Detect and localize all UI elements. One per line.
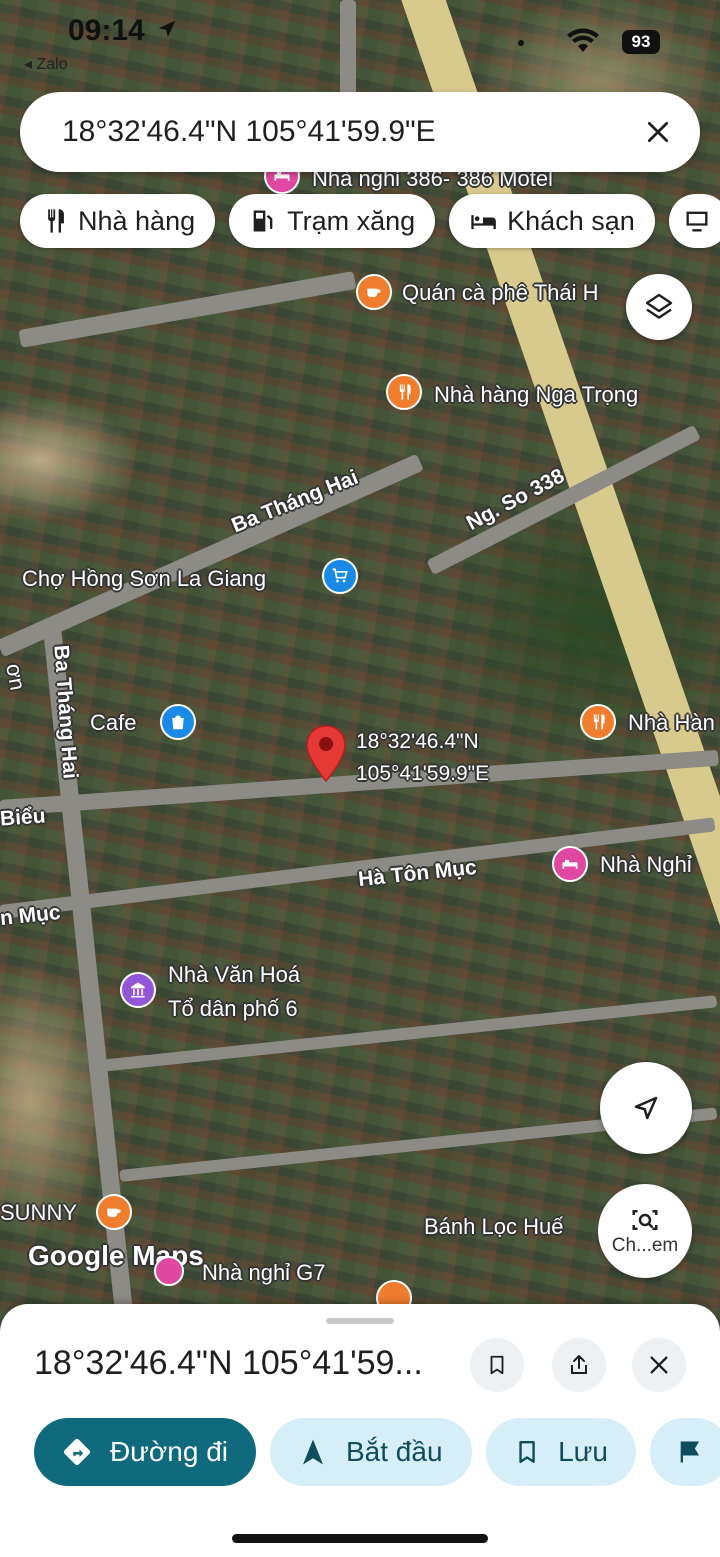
- close-sheet-button[interactable]: [632, 1338, 686, 1392]
- community-house-pin[interactable]: [120, 972, 156, 1008]
- place-title: 18°32'46.4"N 105°41'59...: [34, 1344, 423, 1382]
- directions-icon: [63, 1438, 91, 1466]
- navigation-arrow-icon: [303, 1439, 323, 1465]
- save-icon-button[interactable]: [470, 1338, 524, 1392]
- lens-button[interactable]: Ch...em: [598, 1184, 692, 1278]
- close-icon: [650, 1356, 668, 1374]
- poi-nha-nghi-g7-label[interactable]: Nhà nghỉ G7: [202, 1260, 326, 1286]
- poi-cafe-thai-label[interactable]: Quán cà phê Thái H: [402, 280, 599, 306]
- road-label-ba-thang-hai-vertical: Ba Tháng Hai: [49, 644, 82, 780]
- restaurant-pin[interactable]: [386, 374, 422, 410]
- home-indicator[interactable]: [232, 1534, 488, 1543]
- hotel-pin-g7[interactable]: [154, 1256, 184, 1286]
- start-button[interactable]: Bắt đầu: [270, 1418, 472, 1486]
- my-location-button[interactable]: [600, 1062, 692, 1154]
- market-pin[interactable]: [322, 558, 358, 594]
- navigation-arrow-icon: [634, 1096, 658, 1120]
- battery-indicator: 93: [622, 30, 660, 54]
- monitor-icon: [686, 211, 708, 232]
- poi-nha-nghi-label[interactable]: Nhà Nghỉ: [600, 852, 692, 878]
- start-label: Bắt đầu: [346, 1436, 443, 1467]
- chip-label: Trạm xăng: [287, 205, 416, 236]
- close-icon: [647, 121, 669, 143]
- chip-hotels[interactable]: Khách sạn: [449, 194, 655, 248]
- share-button[interactable]: [552, 1338, 606, 1392]
- wifi-icon: [566, 28, 600, 59]
- road-label-left-partial: ơn: [1, 661, 31, 693]
- lens-label: Ch...em: [611, 1235, 679, 1256]
- action-row: Đường đi Bắt đầu Lưu: [34, 1418, 720, 1486]
- bookmark-icon: [519, 1441, 535, 1463]
- location-arrow-icon: [156, 18, 178, 45]
- poi-nha-van-hoa-label-2[interactable]: Tổ dân phố 6: [168, 996, 298, 1022]
- pin-lat-label: 18°32'46.4"N: [356, 730, 479, 753]
- chip-gas-stations[interactable]: Trạm xăng: [229, 194, 436, 248]
- save-button[interactable]: Lưu: [486, 1418, 636, 1486]
- clear-search-button[interactable]: [638, 112, 678, 152]
- poi-sunny-label[interactable]: SUNNY: [0, 1200, 77, 1226]
- chip-more[interactable]: [668, 194, 720, 248]
- poi-cho-label[interactable]: Chợ Hồng Sơn La Giang: [22, 566, 266, 592]
- sunny-cafe-pin[interactable]: [96, 1194, 132, 1230]
- back-to-app-link[interactable]: ◂ Zalo: [24, 54, 68, 74]
- poi-nga-trong-label[interactable]: Nhà hàng Nga Trọng: [434, 382, 638, 408]
- layers-icon: [645, 293, 673, 319]
- road-top-left: [18, 271, 357, 348]
- restaurant-icon: [48, 209, 64, 233]
- chip-restaurants[interactable]: Nhà hàng: [20, 194, 216, 248]
- layers-button[interactable]: [626, 274, 692, 340]
- flag-icon: [680, 1441, 700, 1463]
- pin-lng-label: 105°41'59.9"E: [356, 762, 490, 785]
- category-chips: Nhà hàng Trạm xăng Khách sạn: [20, 194, 720, 248]
- dropped-pin-icon[interactable]: [304, 724, 348, 784]
- hotel-icon: [471, 215, 496, 230]
- cafe-pin[interactable]: [356, 274, 392, 310]
- sheet-drag-handle[interactable]: [326, 1318, 394, 1324]
- chip-label: Khách sạn: [507, 205, 635, 236]
- restaurant-pin-right[interactable]: [580, 704, 616, 740]
- signal-icon: [518, 40, 524, 46]
- bottom-sheet[interactable]: 18°32'46.4"N 105°41'59... Đường đi Bắt đ…: [0, 1304, 720, 1557]
- road-label-bieu: Biểu: [0, 804, 47, 831]
- camera-search-icon: [632, 1210, 658, 1230]
- poi-banh-loc-hue-label[interactable]: Bánh Lọc Huế: [424, 1214, 563, 1240]
- gas-station-icon: [253, 210, 273, 232]
- directions-button[interactable]: Đường đi: [34, 1418, 256, 1486]
- more-action-button[interactable]: [650, 1418, 720, 1486]
- search-bar[interactable]: 18°32'46.4"N 105°41'59.9"E: [20, 92, 700, 172]
- road-label-ha-ton-muc-left: n Mục: [0, 900, 62, 931]
- search-input[interactable]: 18°32'46.4"N 105°41'59.9"E: [62, 115, 638, 149]
- status-time: 09:14: [68, 14, 145, 47]
- shop-pin[interactable]: [160, 704, 196, 740]
- hotel-pin-right[interactable]: [552, 846, 588, 882]
- poi-nha-han-label[interactable]: Nhà Hàn: [628, 710, 715, 736]
- share-icon: [571, 1355, 587, 1374]
- save-label: Lưu: [558, 1436, 608, 1467]
- directions-label: Đường đi: [109, 1436, 228, 1467]
- bookmark-icon: [490, 1355, 504, 1375]
- poi-nha-van-hoa-label-1[interactable]: Nhà Văn Hoá: [168, 962, 300, 988]
- chip-label: Nhà hàng: [78, 205, 196, 236]
- poi-cafe-label[interactable]: Cafe: [90, 710, 136, 736]
